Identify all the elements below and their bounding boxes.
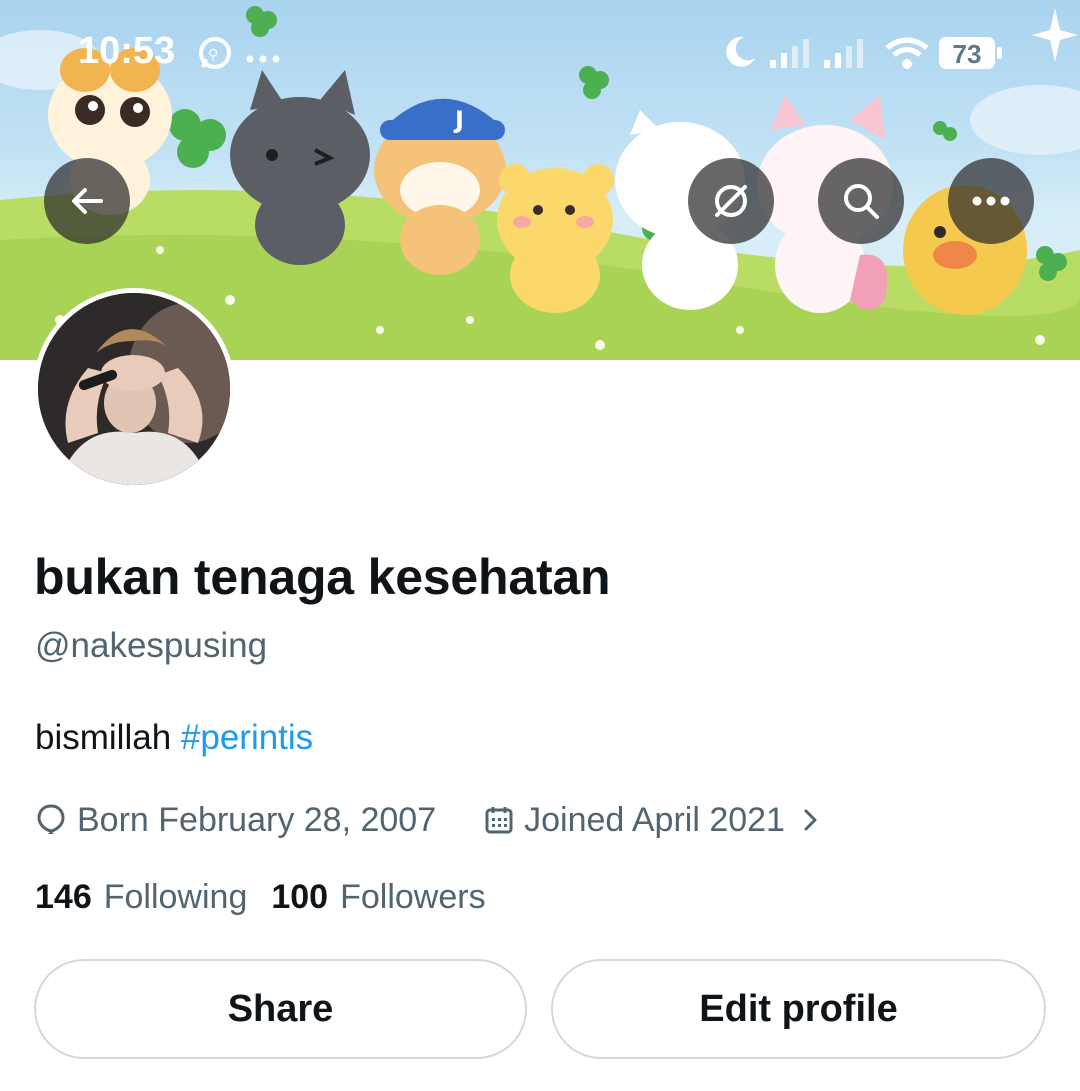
- search-button[interactable]: [818, 158, 904, 244]
- share-button[interactable]: Share: [34, 959, 527, 1059]
- following-link[interactable]: 146 Following: [35, 878, 247, 917]
- status-time: 10:53: [78, 30, 176, 72]
- more-dots-icon: [246, 48, 282, 67]
- arrow-left-icon: [72, 188, 103, 214]
- battery-icon: 73: [938, 36, 1004, 70]
- follow-stats: 146 Following 100 Followers: [35, 878, 486, 917]
- translate-button[interactable]: [688, 158, 774, 244]
- bio-hashtag-link[interactable]: #perintis: [181, 718, 313, 757]
- chevron-right-icon: [804, 809, 817, 831]
- followers-link[interactable]: 100 Followers: [271, 878, 485, 917]
- svg-text:⚲: ⚲: [208, 47, 218, 63]
- profile-meta-row: Born February 28, 2007 Joined April 2021: [35, 798, 833, 842]
- avatar-photo: [38, 293, 230, 485]
- signal-icon: [768, 38, 814, 74]
- birthday-text: Born February 28, 2007: [77, 800, 437, 839]
- balloon-icon: [37, 804, 65, 834]
- svg-text:J: J: [453, 106, 464, 134]
- translate-icon: [715, 185, 747, 217]
- bio: bismillah #perintis: [35, 718, 313, 758]
- moon-icon: [722, 34, 758, 74]
- joined-item[interactable]: Joined April 2021: [484, 801, 833, 840]
- wifi-icon: [884, 36, 930, 74]
- avatar[interactable]: [33, 288, 235, 490]
- user-handle: @nakespusing: [35, 626, 268, 665]
- bio-text: bismillah: [35, 718, 181, 757]
- followers-count: 100: [271, 878, 329, 916]
- signal-icon: [822, 38, 868, 74]
- following-label: Following: [103, 878, 248, 916]
- more-button[interactable]: [948, 158, 1034, 244]
- followers-label: Followers: [340, 878, 486, 916]
- joined-text: Joined April 2021: [524, 800, 785, 839]
- birthday-item: Born February 28, 2007: [35, 801, 436, 840]
- edit-profile-button[interactable]: Edit profile: [551, 959, 1046, 1059]
- search-icon: [844, 184, 879, 219]
- battery-level: 73: [952, 39, 982, 69]
- calendar-icon: [485, 807, 513, 834]
- status-bar: 10:53 ⚲ 73: [0, 0, 1080, 100]
- following-count: 146: [35, 878, 92, 916]
- more-icon: [972, 196, 1010, 206]
- back-button[interactable]: [44, 158, 130, 244]
- whatsapp-icon: ⚲: [196, 34, 234, 76]
- display-name: bukan tenaga kesehatan: [34, 549, 611, 605]
